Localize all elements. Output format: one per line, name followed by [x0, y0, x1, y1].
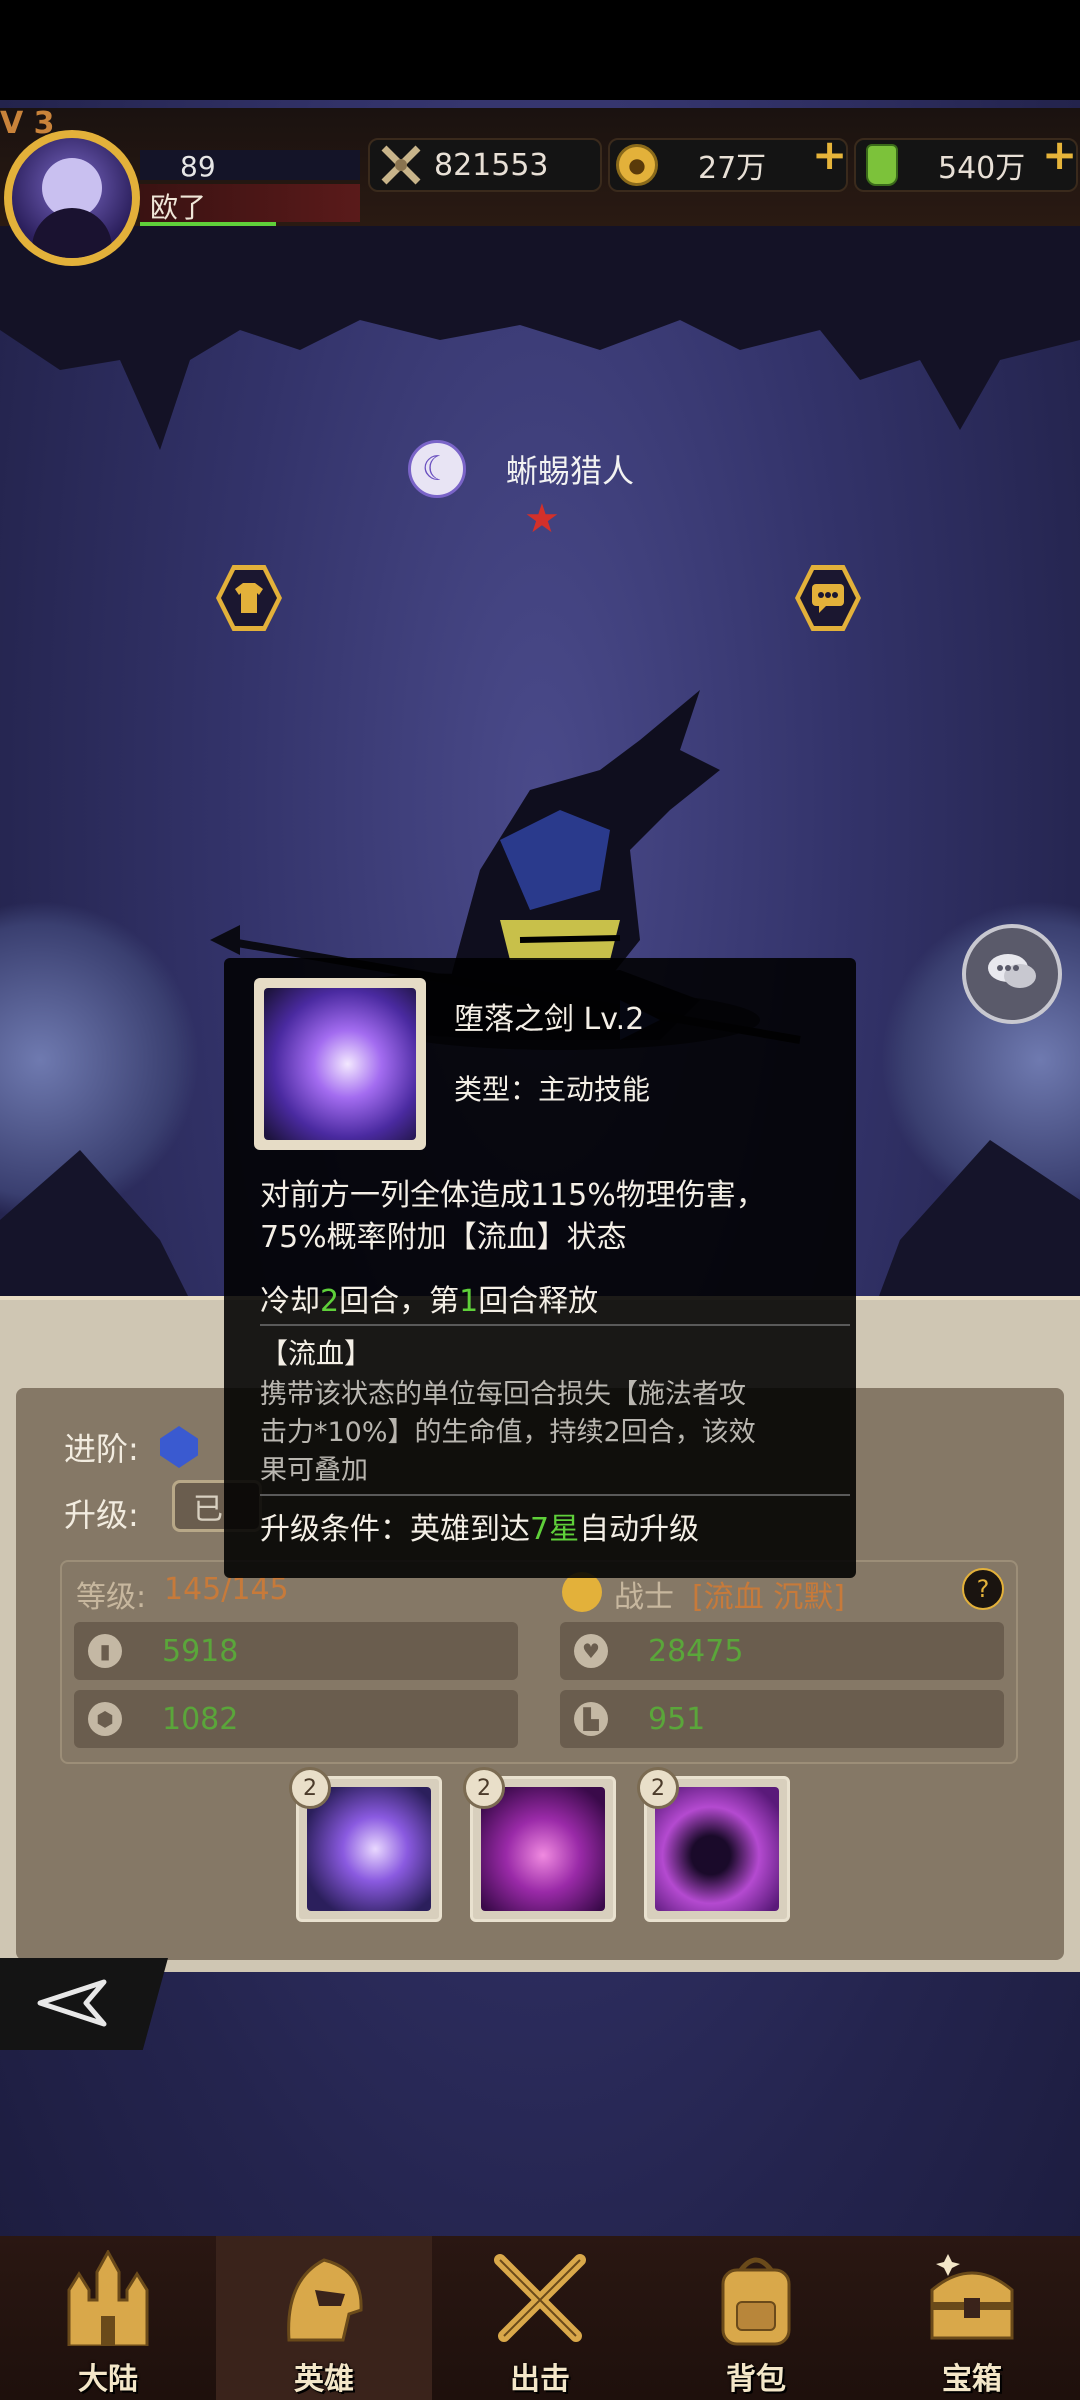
- tooltip-desc-line1: 对前方一列全体造成115%物理伤害，: [260, 1178, 766, 1213]
- class-tags: [流血 沉默]: [692, 1580, 845, 1615]
- cooldown-text-c: 回合释放: [478, 1284, 599, 1319]
- hp-value: 28475: [648, 1633, 744, 1669]
- tooltip-status-title: 【流血】: [260, 1337, 373, 1370]
- cooldown-text-b: 回合，第: [339, 1284, 460, 1319]
- skill-slot-demon-summon[interactable]: 2: [463, 1767, 616, 1922]
- tooltip-status-line3: 果可叠加: [260, 1455, 368, 1486]
- attack-value: 5918: [162, 1633, 239, 1669]
- help-button[interactable]: ?: [962, 1568, 1004, 1610]
- upgrade-text-b: 自动升级: [579, 1512, 700, 1547]
- tooltip-cooldown: 冷却2回合，第1回合释放: [260, 1276, 598, 1320]
- combat-power-box: 821553: [368, 138, 602, 192]
- tooltip-divider: [260, 1494, 850, 1496]
- level-bar-bg: [140, 150, 360, 180]
- helmet-icon: [274, 2248, 374, 2348]
- skill-level-badge: 2: [463, 1767, 505, 1809]
- backpack-icon: [706, 2248, 806, 2348]
- class-label: 战士: [614, 1580, 674, 1615]
- fallen-sword-skill-icon: [307, 1787, 431, 1911]
- boot-icon: ▙: [574, 1702, 608, 1736]
- cooldown-text-a: 冷却: [260, 1284, 320, 1319]
- demon-summon-skill-icon: [481, 1787, 605, 1911]
- crossed-swords-icon: [490, 2248, 590, 2348]
- nav-label: 大陆: [78, 2362, 138, 2397]
- defense-value: 1082: [162, 1701, 239, 1737]
- stat-hp: ♥ 28475: [560, 1622, 1004, 1680]
- cooldown-rounds: 2: [320, 1284, 340, 1319]
- tooltip-skill-name: 堕落之剑 Lv.2: [454, 1002, 645, 1037]
- exp-bar: [140, 222, 276, 226]
- tooltip-skill-type: 类型：主动技能: [454, 1073, 651, 1106]
- nav-continent[interactable]: 大陆: [0, 2236, 216, 2400]
- upgrade-button-label: 已: [193, 1492, 223, 1527]
- message-icon: [800, 570, 856, 626]
- nav-backpack[interactable]: 背包: [648, 2236, 864, 2400]
- potion-value: 540万: [938, 151, 1026, 186]
- question-icon: ?: [976, 1575, 990, 1603]
- stat-speed: ▙ 951: [560, 1690, 1004, 1748]
- gold-value: 27万: [698, 151, 767, 186]
- skill-level-badge: 2: [637, 1767, 679, 1809]
- avatar-portrait: [12, 138, 132, 258]
- back-arrow-icon: [34, 1978, 114, 2032]
- tooltip-desc-line2: 75%概率附加【流血】状态: [260, 1220, 627, 1255]
- player-level: 89: [180, 150, 216, 183]
- nav-label: 英雄: [294, 2362, 354, 2397]
- skill-slot-void-vortex[interactable]: 2: [637, 1767, 790, 1922]
- cast-round: 1: [459, 1284, 479, 1319]
- hero-name: 蜥蜴猎人: [506, 452, 635, 490]
- shirt-icon: [221, 570, 277, 626]
- add-gold-button[interactable]: +: [812, 130, 847, 179]
- moon-faction-icon: ☾: [408, 440, 466, 498]
- vip-level: V 3: [0, 106, 55, 141]
- attack-icon: ▮: [88, 1634, 122, 1668]
- back-button[interactable]: [0, 1958, 168, 2050]
- potion-bottle-icon: [866, 144, 898, 186]
- tooltip-upgrade-condition: 升级条件：英雄到达7星自动升级: [260, 1504, 699, 1548]
- upgrade-star-req: 7星: [530, 1512, 580, 1547]
- upgrade-label: 升级:: [64, 1496, 139, 1534]
- cave-ceiling: [0, 210, 1080, 450]
- skill-slot-fallen-sword[interactable]: 2: [289, 1767, 442, 1922]
- shield-icon: ⬢: [88, 1702, 122, 1736]
- tooltip-skill-frame: [254, 978, 426, 1150]
- advance-label: 进阶:: [64, 1430, 139, 1468]
- nav-label: 出击: [510, 2362, 570, 2397]
- treasure-chest-icon: [922, 2248, 1022, 2348]
- skill-level-badge: 2: [289, 1767, 331, 1809]
- player-name: 欧了: [150, 191, 207, 224]
- tooltip-status-line2: 击力*10%】的生命值，持续2回合，该效: [260, 1417, 756, 1448]
- combat-power-value: 821553: [434, 147, 549, 183]
- chat-bubble-icon: [984, 950, 1040, 998]
- nav-label: 背包: [726, 2362, 786, 2397]
- fallen-sword-skill-icon: [264, 988, 416, 1140]
- hero-star: ★: [524, 496, 560, 542]
- nav-heroes[interactable]: 英雄: [216, 2236, 432, 2400]
- chat-button[interactable]: [962, 924, 1062, 1024]
- tooltip-status-line1: 携带该状态的单位每回合损失【施法者攻: [260, 1379, 746, 1410]
- nav-treasure[interactable]: 宝箱: [864, 2236, 1080, 2400]
- player-avatar[interactable]: [4, 130, 140, 266]
- stat-defense: ⬢ 1082: [74, 1690, 518, 1748]
- warrior-class-icon: [562, 1572, 602, 1612]
- void-vortex-skill-icon: [655, 1787, 779, 1911]
- level-label: 等级:: [76, 1580, 147, 1615]
- nav-battle[interactable]: 出击: [432, 2236, 648, 2400]
- castle-icon: [58, 2248, 158, 2348]
- speed-value: 951: [648, 1701, 706, 1737]
- skill-tooltip: 堕落之剑 Lv.2 类型：主动技能 对前方一列全体造成115%物理伤害， 75%…: [224, 958, 856, 1578]
- nav-label: 宝箱: [942, 2362, 1002, 2397]
- gold-coin-icon: ●: [616, 144, 658, 186]
- upgrade-text-a: 升级条件：英雄到达: [260, 1512, 530, 1547]
- stat-attack: ▮ 5918: [74, 1622, 518, 1680]
- heart-icon: ♥: [574, 1634, 608, 1668]
- crossed-swords-icon: [376, 143, 426, 187]
- add-potion-button[interactable]: +: [1042, 130, 1077, 179]
- tooltip-divider: [260, 1324, 850, 1326]
